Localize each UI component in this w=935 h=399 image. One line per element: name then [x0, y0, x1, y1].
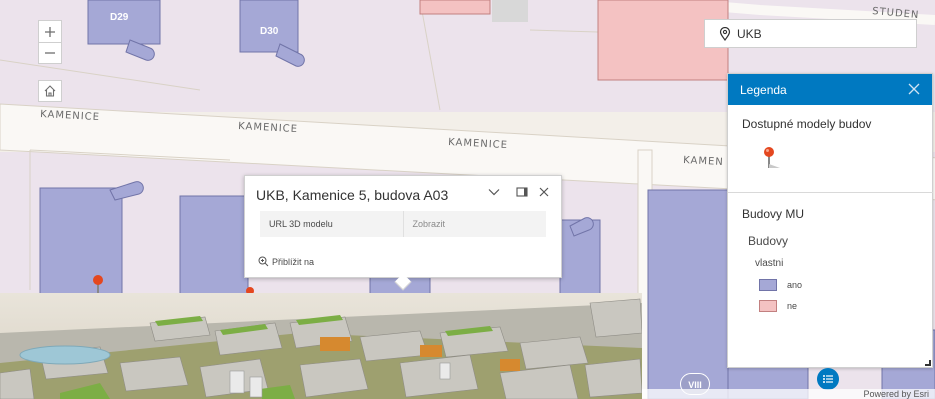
legend-layer-name: Budovy: [748, 234, 789, 248]
attribute-value-link[interactable]: Zobrazit: [402, 211, 547, 237]
feature-popup: UKB, Kamenice 5, budova A03 URL 3D model…: [244, 175, 562, 291]
legend-item-label: ne: [787, 301, 798, 311]
zoom-out-button[interactable]: [38, 42, 62, 64]
legend-divider: [728, 192, 933, 193]
legend-toggle-button[interactable]: [817, 368, 839, 390]
legend-title: Legenda: [740, 82, 787, 97]
dock-icon[interactable]: [515, 185, 529, 199]
home-button[interactable]: [38, 80, 62, 102]
chevron-down-icon[interactable]: [487, 185, 501, 199]
search-value: UKB: [737, 26, 762, 41]
home-icon: [44, 85, 56, 97]
close-icon[interactable]: [906, 81, 922, 97]
resize-handle[interactable]: [925, 360, 931, 366]
legend-header: Legenda: [728, 74, 932, 105]
legend-field-name: vlastni: [755, 258, 784, 269]
plus-icon: [45, 26, 55, 37]
close-icon[interactable]: [537, 185, 551, 199]
attribution[interactable]: Powered by Esri: [642, 389, 935, 399]
popup-attribute-table: URL 3D modelu Zobrazit: [257, 211, 549, 237]
location-pin-icon: [719, 26, 731, 41]
attribute-label: URL 3D modelu: [269, 219, 333, 229]
legend-section-title: Budovy MU: [742, 207, 805, 221]
legend-panel: Legenda Dostupné modely budov Budovy MU …: [727, 73, 933, 368]
minus-icon: [45, 52, 55, 54]
street-label: KAMEN: [683, 155, 724, 168]
legend-item-label: ano: [787, 280, 803, 290]
building-label: D29: [110, 12, 129, 23]
legend-swatch: [759, 300, 777, 312]
3d-model-preview: [0, 293, 642, 399]
building-label: D30: [260, 26, 279, 37]
search-input[interactable]: UKB: [704, 19, 917, 48]
zoom-in-button[interactable]: [38, 20, 62, 42]
popup-title: UKB, Kamenice 5, budova A03: [256, 187, 449, 203]
map-pin-icon: [764, 147, 780, 168]
zoom-to-button[interactable]: Přiblížit na: [258, 256, 314, 267]
legend-item: ne: [759, 300, 797, 312]
legend-item: ano: [759, 279, 802, 291]
zoom-to-label: Přiblížit na: [272, 256, 315, 267]
legend-section-title: Dostupné modely budov: [742, 117, 872, 131]
zoom-in-icon: [258, 256, 269, 267]
list-icon: [823, 375, 833, 383]
legend-swatch: [759, 279, 777, 291]
